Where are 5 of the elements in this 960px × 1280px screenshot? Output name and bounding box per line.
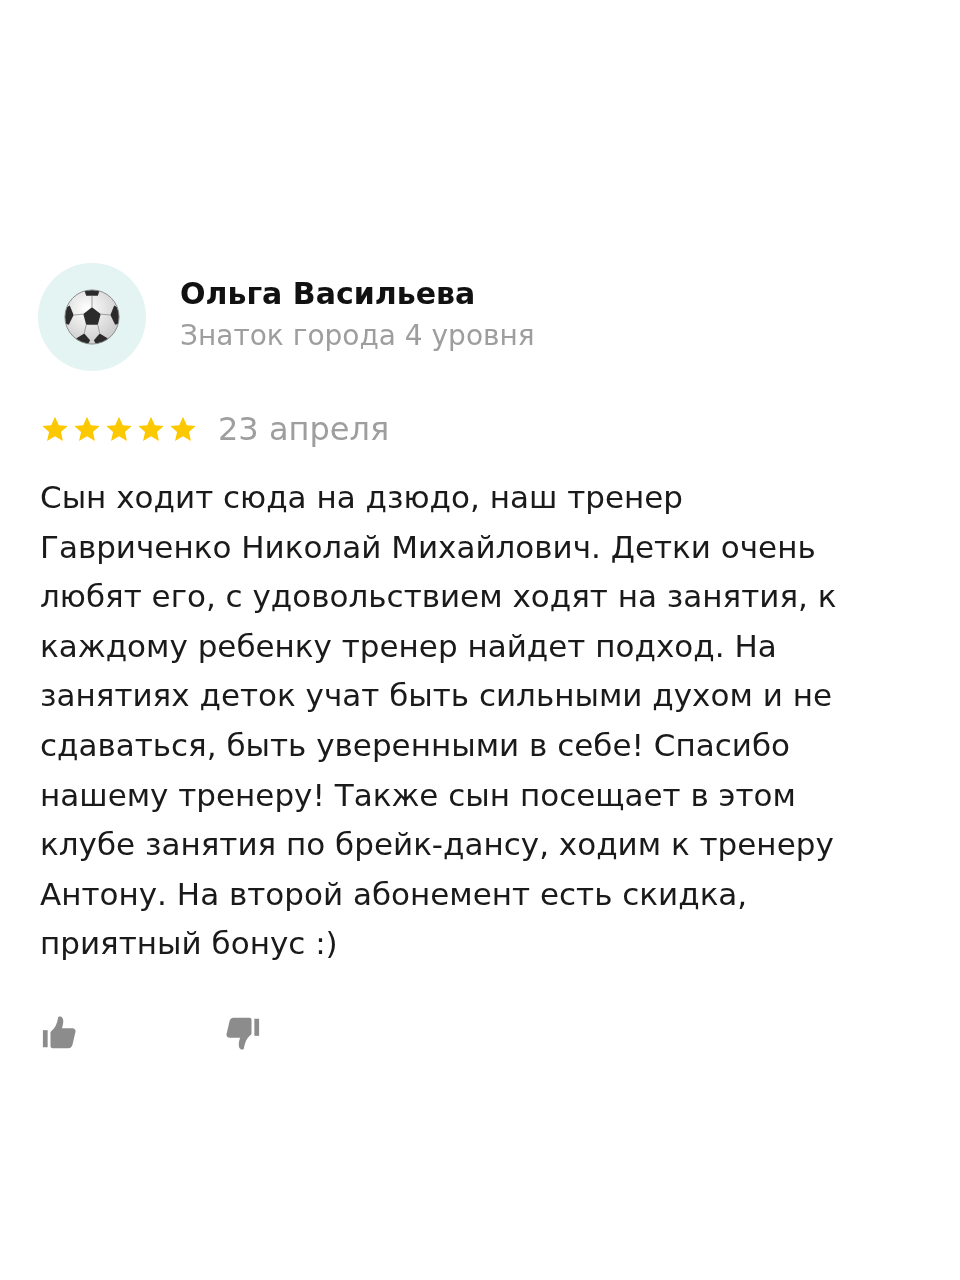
author-status: Знаток города 4 уровня [180,320,535,352]
author-name[interactable]: Ольга Васильева [180,276,535,312]
review-text: Сын ходит сюда на дзюдо, наш тренер Гавриченко Николай Михайлович. Детки очень любят его, с удовольствием ходят на занятия, к каждому ребенку тренер найдет подход. На занятиях деток учат быть сильными духом и не сдаваться, быть уверенными в себе! Спасибо нашему тренеру! Также сын посещает в этом клубе занятия по брейк-дансу, ходим к тренеру Антону. На второй абонемент есть скидка, приятный бонус :) [39,478,838,964]
soccer-ball-icon [63,288,121,346]
review-date: 23 апреля [218,411,390,447]
